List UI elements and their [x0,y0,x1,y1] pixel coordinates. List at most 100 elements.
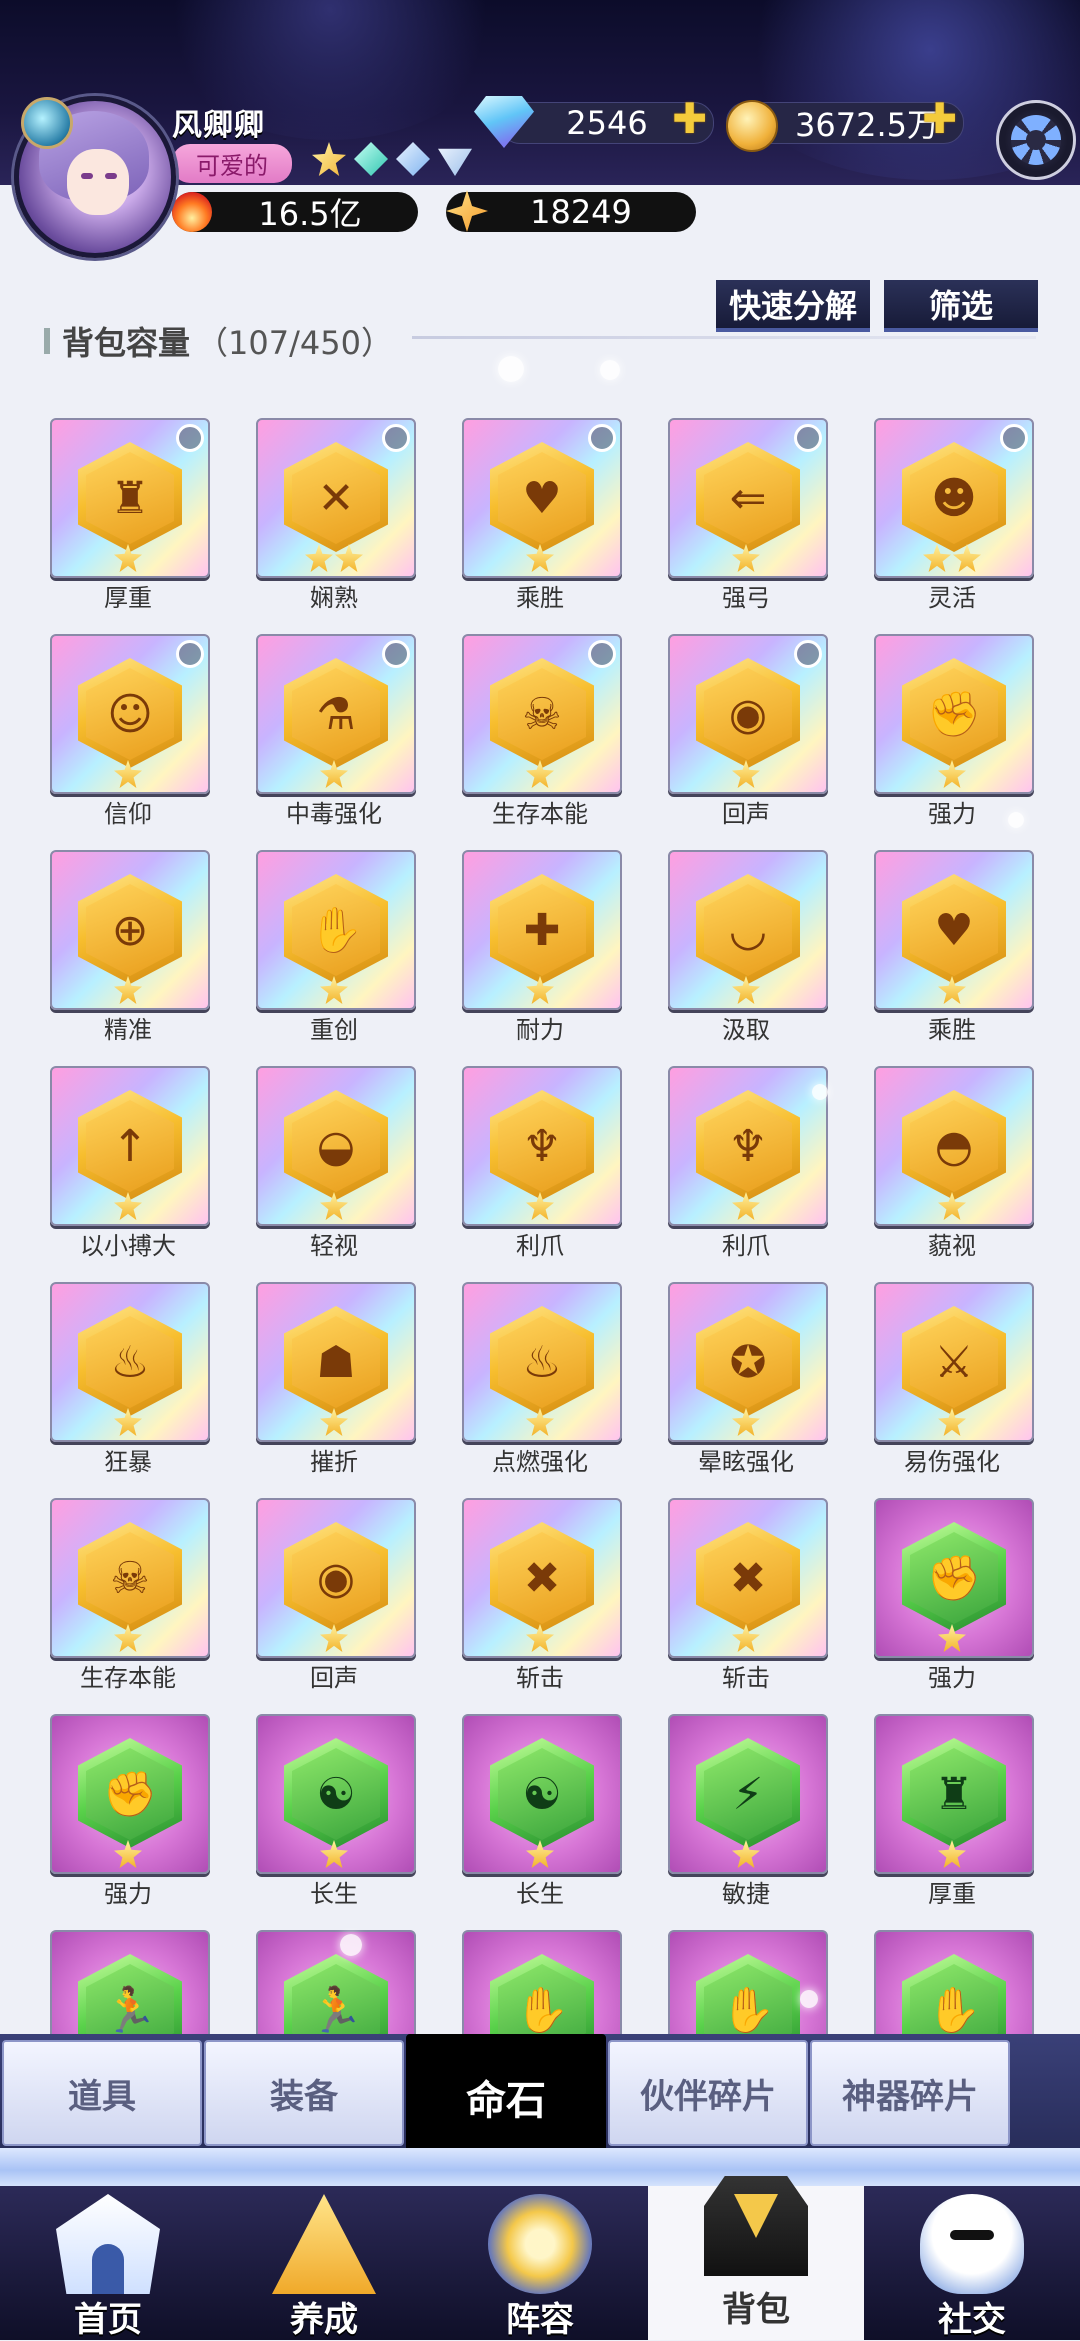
rune-item[interactable]: ⚡ 敏捷 [638,1714,828,1914]
rune-item[interactable]: ✋ 重创 [226,850,416,1050]
star-rating [668,1192,824,1220]
rune-item[interactable]: ☯ 长生 [226,1714,416,1914]
filter-button[interactable]: 筛选 [884,280,1038,332]
rune-card[interactable]: 🏃 [256,1930,416,2034]
quick-decompose-button[interactable]: 快速分解 [716,280,870,332]
select-ring-icon[interactable] [588,640,616,668]
star-icon [923,544,951,572]
select-ring-icon[interactable] [794,424,822,452]
rune-item[interactable]: ✊ 强力 [844,1498,1034,1698]
broken-heart-icon: ♥ [522,472,562,524]
rune-item[interactable]: ◉ 回声 [226,1498,416,1698]
rune-item[interactable]: ✖ 斩击 [432,1498,622,1698]
rune-name: 斩击 [722,1664,770,1692]
select-ring-icon[interactable] [588,424,616,452]
rune-item[interactable]: ⊕ 精准 [20,850,210,1050]
rune-item[interactable]: ☗ 摧折 [226,1282,416,1482]
team-icon [488,2194,592,2294]
rune-item[interactable]: ✪ 晕眩强化 [638,1282,828,1482]
star-rating [50,976,206,1004]
avatar[interactable] [14,96,176,258]
tab-3[interactable]: 伙伴碎片 [608,2040,808,2146]
select-ring-icon[interactable] [176,640,204,668]
rune-item[interactable]: ♥ 乘胜 [432,418,622,618]
settings-button[interactable] [996,100,1076,180]
rune-name: 中毒强化 [286,800,382,828]
tab-2[interactable]: 命石 [406,2034,606,2160]
rune-item[interactable]: ◓ 藐视 [844,1066,1034,1266]
rune-name: 信仰 [104,800,152,828]
select-ring-icon[interactable] [382,424,410,452]
rune-item[interactable]: ✋ [432,1930,622,2034]
rune-item[interactable]: ✋ [638,1930,828,2034]
tab-1[interactable]: 装备 [204,2040,404,2146]
select-ring-icon[interactable] [1000,424,1028,452]
rune-item[interactable]: ✋ [844,1930,1034,2034]
slash-icon: ✖ [523,1552,561,1604]
add-diamond-button[interactable]: ✚ [672,94,707,143]
rune-item[interactable]: 🏃 [20,1930,210,2034]
rune-card[interactable]: 🏃 [50,1930,210,2034]
rune-item[interactable]: ◒ 轻视 [226,1066,416,1266]
rune-item[interactable]: ⚔ 易伤强化 [844,1282,1034,1482]
star-rating [50,1192,206,1220]
star-rating [256,760,412,788]
section-marker [44,328,50,354]
nav-item-4[interactable]: 社交 [864,2186,1080,2340]
rune-item[interactable]: ☠ 生存本能 [432,634,622,834]
star-rating [50,1840,206,1868]
rune-item[interactable]: ♜ 厚重 [844,1714,1034,1914]
rune-item[interactable]: ♜ 厚重 [20,418,210,618]
title-badge[interactable]: 可爱的 [172,144,292,183]
nav-item-3[interactable]: 背包 [648,2176,864,2340]
star-rating [874,760,1030,788]
rune-item[interactable]: ✕ 娴熟 [226,418,416,618]
tab-4[interactable]: 神器碎片 [810,2040,1010,2146]
rune-item[interactable]: ✊ 强力 [20,1714,210,1914]
capacity-count: （107/450） [196,324,393,362]
add-coin-button[interactable]: ✚ [922,94,957,143]
home-icon [56,2194,160,2294]
rune-name: 强弓 [722,584,770,612]
rune-item[interactable]: ♥ 乘胜 [844,850,1034,1050]
rune-item[interactable]: 🏃 [226,1930,416,2034]
rune-item[interactable]: ✖ 斩击 [638,1498,828,1698]
rune-card[interactable]: ✋ [874,1930,1034,2034]
sparkle [1008,812,1024,828]
rune-item[interactable]: ♆ 利爪 [432,1066,622,1266]
select-ring-icon[interactable] [382,640,410,668]
nav-item-0[interactable]: 首页 [0,2186,216,2340]
rune-item[interactable]: ☻ 灵活 [844,418,1034,618]
avatar-face [67,149,129,215]
star-icon [526,1840,554,1868]
rune-name: 点燃强化 [492,1448,588,1476]
select-ring-icon[interactable] [176,424,204,452]
star-rating [256,1408,412,1436]
rune-item[interactable]: ↑ 以小搏大 [20,1066,210,1266]
rune-item[interactable]: ⇐ 强弓 [638,418,828,618]
rune-item[interactable]: ◉ 回声 [638,634,828,834]
tab-0[interactable]: 道具 [2,2040,202,2146]
rune-item[interactable]: ♨ 点燃强化 [432,1282,622,1482]
select-ring-icon[interactable] [794,640,822,668]
train-icon [272,2194,376,2294]
rune-item[interactable]: ☠ 生存本能 [20,1498,210,1698]
shout-icon: ◉ [728,688,768,740]
rune-item[interactable]: ☯ 长生 [432,1714,622,1914]
rune-item[interactable]: ♨ 狂暴 [20,1282,210,1482]
rank-icons [312,142,472,176]
rune-card[interactable]: ✋ [462,1930,622,2034]
rune-item[interactable]: ◡ 汲取 [638,850,828,1050]
rune-card[interactable]: ✋ [668,1930,828,2034]
star-icon [732,760,760,788]
nav-item-2[interactable]: 阵容 [432,2186,648,2340]
rune-item[interactable]: ☺ 信仰 [20,634,210,834]
rune-item[interactable]: ✚ 耐力 [432,850,622,1050]
star-icon [526,1624,554,1652]
rune-item[interactable]: ♆ 利爪 [638,1066,828,1266]
rune-item[interactable]: ✊ 强力 [844,634,1034,834]
rune-name: 以小搏大 [80,1232,176,1260]
star-icon [305,544,333,572]
nav-item-1[interactable]: 养成 [216,2186,432,2340]
rune-item[interactable]: ⚗ 中毒强化 [226,634,416,834]
